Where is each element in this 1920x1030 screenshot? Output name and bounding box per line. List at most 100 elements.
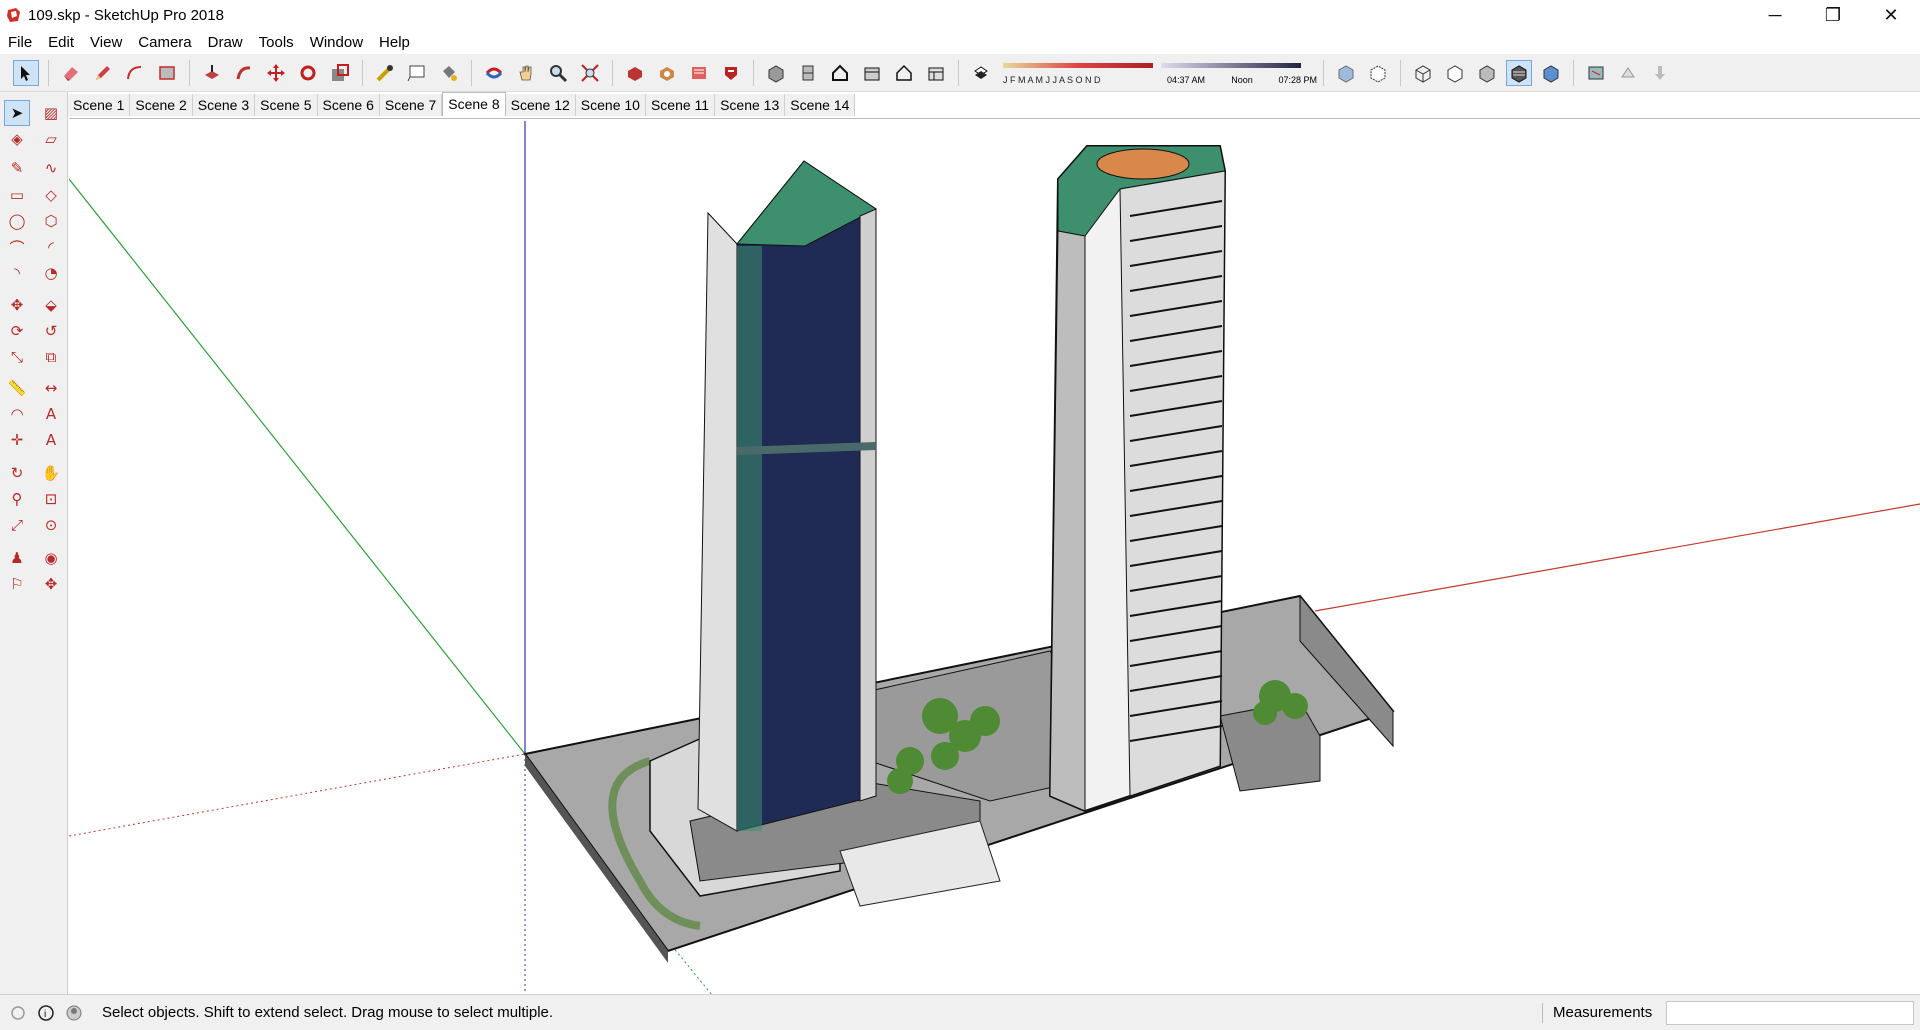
tape-measure-icon[interactable]: 📏 xyxy=(4,375,30,401)
menu-help[interactable]: Help xyxy=(371,34,418,51)
paint-bucket-icon[interactable] xyxy=(436,60,462,86)
minimize-button[interactable]: ─ xyxy=(1746,0,1804,30)
section-cut-icon[interactable] xyxy=(1615,60,1641,86)
zoom-window-icon[interactable]: ⊡ xyxy=(38,486,64,512)
tab-scene-11[interactable]: Scene 11 xyxy=(645,94,716,116)
iso-view-icon[interactable] xyxy=(763,60,789,86)
right-view-icon[interactable] xyxy=(859,60,885,86)
tab-scene-2[interactable]: Scene 2 xyxy=(130,94,193,116)
zoom-icon[interactable] xyxy=(545,60,571,86)
layout-icon[interactable] xyxy=(686,60,712,86)
zoom-extents-icon[interactable] xyxy=(577,60,603,86)
paint-bucket-icon[interactable]: ◈ xyxy=(4,126,30,152)
maximize-button[interactable]: ❐ xyxy=(1804,0,1862,30)
follow-me-icon[interactable] xyxy=(231,60,257,86)
tape-measure-icon[interactable] xyxy=(372,60,398,86)
offset-icon[interactable]: ⧉ xyxy=(38,344,64,370)
zoom-extents-icon[interactable]: ⤢ xyxy=(4,512,30,538)
menu-file[interactable]: File xyxy=(0,34,40,51)
back-view-icon[interactable] xyxy=(891,60,917,86)
menu-edit[interactable]: Edit xyxy=(40,34,82,51)
wireframe-icon[interactable] xyxy=(1410,60,1436,86)
follow-me-icon[interactable]: ↺ xyxy=(38,318,64,344)
polygon-icon[interactable]: ⬡ xyxy=(38,208,64,234)
close-button[interactable]: ✕ xyxy=(1862,0,1920,30)
shadows-icon[interactable] xyxy=(968,60,994,86)
move-icon[interactable]: ✥ xyxy=(4,292,30,318)
rotate-icon[interactable] xyxy=(295,60,321,86)
extension-manager-icon[interactable] xyxy=(718,60,744,86)
scale-icon[interactable]: ⤡ xyxy=(4,344,30,370)
eraser-icon[interactable] xyxy=(58,60,84,86)
menu-view[interactable]: View xyxy=(82,34,130,51)
section-plane-icon[interactable] xyxy=(1583,60,1609,86)
rotated-rectangle-icon[interactable]: ◇ xyxy=(38,182,64,208)
tab-scene-5[interactable]: Scene 5 xyxy=(255,94,318,116)
protractor-icon[interactable]: ◠ xyxy=(4,401,30,427)
zoom-icon[interactable]: ⚲ xyxy=(4,486,30,512)
dimension-icon[interactable]: ↔ xyxy=(38,375,64,401)
component-icon[interactable]: ▨ xyxy=(38,100,64,126)
pan-icon[interactable] xyxy=(513,60,539,86)
measurements-input[interactable] xyxy=(1666,1001,1914,1025)
orbit-icon[interactable] xyxy=(481,60,507,86)
shaded-icon[interactable] xyxy=(1474,60,1500,86)
tab-scene-14[interactable]: Scene 14 xyxy=(785,94,856,116)
circle-icon[interactable]: ◯ xyxy=(4,208,30,234)
extension-warehouse-icon[interactable] xyxy=(654,60,680,86)
user-account-icon[interactable] xyxy=(64,1003,84,1023)
pan-icon[interactable]: ✋ xyxy=(38,460,64,486)
arc-icon[interactable]: ⌒ xyxy=(4,234,30,260)
shadow-date-slider[interactable] xyxy=(1003,62,1153,70)
model-viewport[interactable] xyxy=(69,118,1920,994)
hidden-line-icon[interactable] xyxy=(1442,60,1468,86)
text-icon[interactable] xyxy=(404,60,430,86)
eraser-icon[interactable]: ▱ xyxy=(38,126,64,152)
tab-scene-1[interactable]: Scene 1 xyxy=(68,94,131,116)
3d-text-icon[interactable]: A xyxy=(38,427,64,453)
geo-location-icon[interactable] xyxy=(8,1003,28,1023)
rectangle-icon[interactable] xyxy=(154,60,180,86)
push-pull-icon[interactable]: ⬙ xyxy=(38,292,64,318)
scale-icon[interactable] xyxy=(327,60,353,86)
3d-warehouse-icon[interactable] xyxy=(622,60,648,86)
left-view-icon[interactable] xyxy=(923,60,949,86)
freehand-icon[interactable]: ∿ xyxy=(38,155,64,181)
position-camera-icon[interactable]: ♟ xyxy=(4,545,30,571)
credits-icon[interactable]: i xyxy=(36,1003,56,1023)
menu-tools[interactable]: Tools xyxy=(251,34,302,51)
select-icon[interactable]: ➤ xyxy=(4,100,30,126)
top-view-icon[interactable] xyxy=(795,60,821,86)
tab-scene-10[interactable]: Scene 10 xyxy=(575,94,646,116)
move-icon[interactable] xyxy=(263,60,289,86)
tab-scene-8[interactable]: Scene 8 xyxy=(442,92,506,116)
front-view-icon[interactable] xyxy=(827,60,853,86)
xray-icon[interactable] xyxy=(1333,60,1359,86)
walk-icon[interactable]: ⚐ xyxy=(4,571,30,597)
shaded-textures-icon[interactable] xyxy=(1506,59,1532,86)
orbit-icon[interactable]: ↻ xyxy=(4,460,30,486)
select-icon[interactable] xyxy=(13,59,39,86)
shadow-time-slider[interactable] xyxy=(1161,62,1301,70)
three-point-arc-icon[interactable]: ◝ xyxy=(4,260,30,286)
rotate-icon[interactable]: ⟳ xyxy=(4,318,30,344)
menu-draw[interactable]: Draw xyxy=(200,34,251,51)
menu-window[interactable]: Window xyxy=(302,34,371,51)
two-point-arc-icon[interactable]: ◜ xyxy=(38,234,64,260)
tab-scene-13[interactable]: Scene 13 xyxy=(715,94,786,116)
arc-icon[interactable] xyxy=(122,60,148,86)
pie-icon[interactable]: ◔ xyxy=(38,260,64,286)
monochrome-icon[interactable] xyxy=(1538,60,1564,86)
tab-scene-3[interactable]: Scene 3 xyxy=(192,94,256,116)
push-pull-icon[interactable] xyxy=(199,60,225,86)
rectangle-icon[interactable]: ▭ xyxy=(4,182,30,208)
pencil-icon[interactable] xyxy=(90,60,116,86)
section-fill-icon[interactable] xyxy=(1647,60,1673,86)
axes-icon[interactable]: ✛ xyxy=(4,427,30,453)
menu-camera[interactable]: Camera xyxy=(130,34,199,51)
tab-scene-7[interactable]: Scene 7 xyxy=(379,94,443,116)
previous-view-icon[interactable]: ⊙ xyxy=(38,512,64,538)
back-edges-icon[interactable] xyxy=(1365,60,1391,86)
pencil-icon[interactable]: ✎ xyxy=(4,155,30,181)
text-icon[interactable]: A xyxy=(38,401,64,427)
